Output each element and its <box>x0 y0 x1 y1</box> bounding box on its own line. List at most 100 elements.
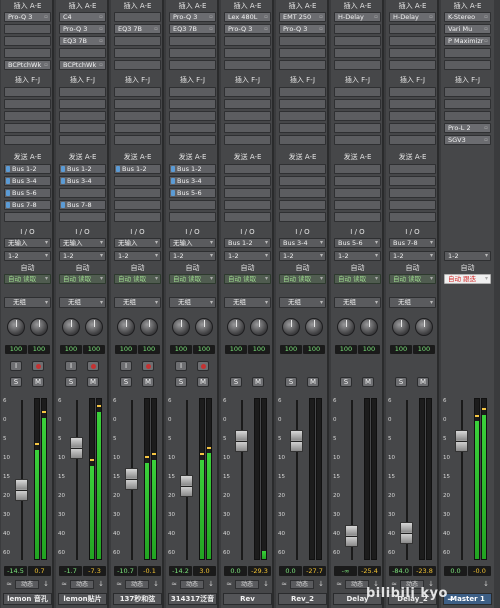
insert-slot[interactable] <box>169 87 216 97</box>
send-slot[interactable] <box>59 212 106 222</box>
input-monitor-button[interactable]: I <box>120 361 132 371</box>
solo-button[interactable]: S <box>340 377 352 387</box>
insert-slot[interactable] <box>4 99 51 109</box>
output-selector[interactable]: 1-2 ▾ <box>114 251 161 261</box>
volume-fader[interactable] <box>235 429 248 452</box>
mute-button[interactable]: M <box>252 377 264 387</box>
pan-knob-left[interactable] <box>62 318 80 336</box>
insert-slot[interactable]: EQ3 7B ▫ <box>59 36 106 46</box>
send-enabled-icon[interactable] <box>6 202 10 208</box>
group-selector[interactable]: 无组 ▾ <box>279 297 326 308</box>
input-monitor-button[interactable]: I <box>10 361 22 371</box>
track-name[interactable]: Rev_2 <box>278 593 327 605</box>
group-selector[interactable]: 无组 ▾ <box>224 297 271 308</box>
plugin-power-icon[interactable]: ▫ <box>483 38 489 44</box>
automation-mini-button[interactable]: 动态 <box>70 580 94 589</box>
solo-button[interactable]: S <box>175 377 187 387</box>
insert-slot[interactable] <box>279 36 326 46</box>
send-slot[interactable]: Bus 1-2 <box>59 164 106 174</box>
insert-slot[interactable] <box>114 87 161 97</box>
send-slot[interactable]: Bus 3-4 <box>169 176 216 186</box>
plugin-power-icon[interactable]: ▫ <box>98 62 104 68</box>
insert-slot[interactable] <box>279 99 326 109</box>
output-selector[interactable]: 1-2 ▾ <box>334 251 381 261</box>
plugin-power-icon[interactable]: ▫ <box>318 26 324 32</box>
pan-knob-left[interactable] <box>172 318 190 336</box>
send-slot[interactable] <box>279 176 326 186</box>
insert-slot[interactable] <box>4 123 51 133</box>
send-slot[interactable] <box>224 176 271 186</box>
insert-slot[interactable] <box>389 24 436 34</box>
insert-slot[interactable] <box>114 12 161 22</box>
volume-fader[interactable] <box>70 436 83 459</box>
send-enabled-icon[interactable] <box>171 166 175 172</box>
insert-slot[interactable]: P Maximizr ▫ <box>444 36 491 46</box>
plugin-power-icon[interactable]: ▫ <box>483 137 489 143</box>
plugin-power-icon[interactable]: ▫ <box>263 26 269 32</box>
automation-mode-selector[interactable]: 自动 读取 ▾ <box>169 274 216 284</box>
track-options-icon[interactable]: ↓ <box>97 580 105 589</box>
volume-fader[interactable] <box>400 522 413 545</box>
mute-button[interactable]: M <box>417 377 429 387</box>
insert-slot[interactable] <box>334 24 381 34</box>
pan-knob-left[interactable] <box>337 318 355 336</box>
plugin-power-icon[interactable]: ▫ <box>43 14 49 20</box>
send-slot[interactable]: Bus 7-8 <box>59 200 106 210</box>
track-options-icon[interactable]: ↓ <box>42 580 50 589</box>
send-slot[interactable] <box>334 212 381 222</box>
track-name[interactable]: 314317泛音 <box>168 593 217 605</box>
automation-mode-selector[interactable]: 自动 读取 ▾ <box>389 274 436 284</box>
mute-button[interactable]: M <box>307 377 319 387</box>
insert-slot[interactable] <box>59 135 106 145</box>
plugin-power-icon[interactable]: ▫ <box>208 26 214 32</box>
insert-slot[interactable] <box>59 48 106 58</box>
mute-button[interactable]: M <box>197 377 209 387</box>
insert-slot[interactable] <box>334 48 381 58</box>
send-enabled-icon[interactable] <box>171 190 175 196</box>
send-enabled-icon[interactable] <box>116 166 120 172</box>
send-slot[interactable] <box>114 188 161 198</box>
automation-mini-button[interactable]: 动态 <box>125 580 149 589</box>
insert-slot[interactable]: Vari Mu ▫ <box>444 24 491 34</box>
insert-slot[interactable] <box>334 135 381 145</box>
automation-mode-selector[interactable]: 自动 读取 ▾ <box>114 274 161 284</box>
output-selector[interactable]: 1-2 ▾ <box>4 251 51 261</box>
track-options-icon[interactable]: ↓ <box>152 580 160 589</box>
automation-mode-selector[interactable]: 自动 读取 ▾ <box>224 274 271 284</box>
insert-slot[interactable] <box>279 111 326 121</box>
send-slot[interactable] <box>114 212 161 222</box>
record-enable-button[interactable] <box>32 361 44 371</box>
output-selector[interactable]: 1-2 ▾ <box>224 251 271 261</box>
insert-slot[interactable]: Pro-Q 3 ▫ <box>279 24 326 34</box>
send-slot[interactable] <box>169 200 216 210</box>
send-enabled-icon[interactable] <box>61 166 65 172</box>
plugin-power-icon[interactable]: ▫ <box>318 14 324 20</box>
send-slot[interactable]: Bus 5-6 <box>4 188 51 198</box>
insert-slot[interactable]: Pro-Q 3 ▫ <box>169 12 216 22</box>
plugin-power-icon[interactable]: ▫ <box>483 14 489 20</box>
track-options-icon[interactable]: ↓ <box>482 580 490 589</box>
insert-slot[interactable]: EQ3 7B ▫ <box>169 24 216 34</box>
insert-slot[interactable] <box>334 60 381 70</box>
mute-button[interactable]: M <box>87 377 99 387</box>
insert-slot[interactable] <box>279 48 326 58</box>
volume-fader[interactable] <box>125 468 138 490</box>
insert-slot[interactable] <box>389 60 436 70</box>
plugin-power-icon[interactable]: ▫ <box>153 26 159 32</box>
automation-mini-button[interactable]: 动态 <box>15 580 39 589</box>
insert-slot[interactable] <box>59 123 106 133</box>
send-slot[interactable]: Bus 1-2 <box>114 164 161 174</box>
insert-slot[interactable]: Pro-Q 3 ▫ <box>59 24 106 34</box>
insert-slot[interactable] <box>169 111 216 121</box>
insert-slot[interactable] <box>114 99 161 109</box>
insert-slot[interactable] <box>59 87 106 97</box>
insert-slot[interactable] <box>4 135 51 145</box>
send-slot[interactable] <box>389 176 436 186</box>
input-selector[interactable]: 无输入 ▾ <box>4 238 51 248</box>
insert-slot[interactable] <box>444 48 491 58</box>
send-enabled-icon[interactable] <box>6 190 10 196</box>
insert-slot[interactable]: Pro-L 2 ▫ <box>444 123 491 133</box>
output-selector[interactable]: 1-2 ▾ <box>169 251 216 261</box>
insert-slot[interactable] <box>224 111 271 121</box>
send-slot[interactable] <box>389 164 436 174</box>
